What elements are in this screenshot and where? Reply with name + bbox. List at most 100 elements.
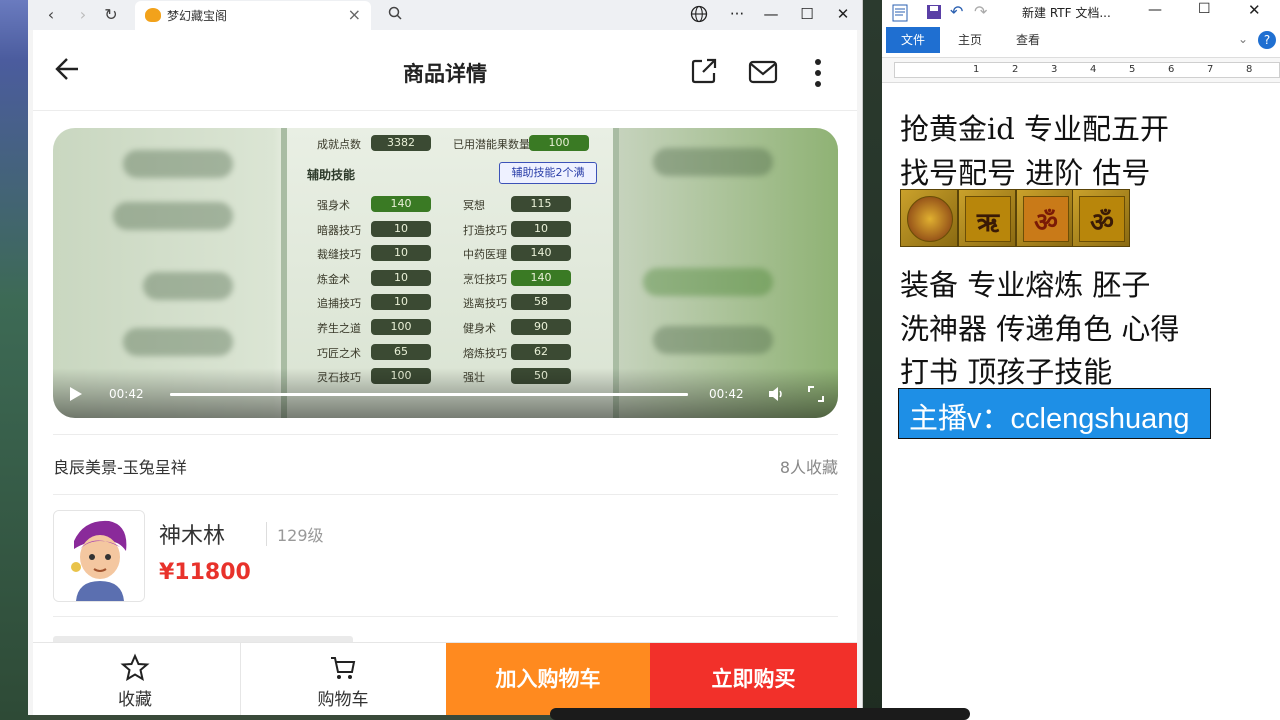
background-game-strip-middle bbox=[860, 0, 882, 720]
ribbon-collapse-icon[interactable]: ⌄ bbox=[1238, 32, 1248, 46]
current-time: 00:42 bbox=[109, 387, 144, 401]
skill-value-right: 58 bbox=[511, 294, 571, 311]
character-level: 129级 bbox=[266, 522, 324, 546]
skill-value-right: 140 bbox=[511, 269, 571, 286]
forward-nav-icon[interactable]: › bbox=[72, 4, 94, 26]
cart-button[interactable]: 购物车 bbox=[241, 643, 445, 715]
character-name: 神木林 bbox=[159, 524, 226, 549]
skill-value-left: 100 bbox=[371, 319, 431, 335]
document-title: 新建 RTF 文档... bbox=[1022, 6, 1111, 20]
ruler-track: 123456789 bbox=[894, 62, 1280, 78]
blurred-background-row bbox=[653, 326, 773, 354]
save-icon[interactable] bbox=[926, 4, 942, 20]
ruler-number: 5 bbox=[1129, 64, 1136, 75]
volume-icon[interactable] bbox=[767, 385, 785, 403]
skill-value-left: 10 bbox=[371, 245, 431, 262]
ruler: 123456789 bbox=[882, 57, 1280, 83]
character-avatar[interactable] bbox=[53, 510, 145, 602]
skill-name-right: 熔炼技巧 bbox=[463, 346, 507, 360]
divider bbox=[53, 494, 838, 495]
aux-skills-title: 辅助技能 bbox=[307, 168, 356, 182]
taskbar-overlay bbox=[550, 708, 970, 720]
price: ¥11800 bbox=[159, 560, 251, 585]
ruler-number: 3 bbox=[1051, 64, 1058, 75]
page-viewport: 商品详情 成就点数 3382 已用潜能果数量 100 辅助技能 辅助技能2个满 … bbox=[28, 30, 862, 715]
ruler-number: 7 bbox=[1207, 64, 1214, 75]
tab-home[interactable]: 主页 bbox=[958, 27, 982, 53]
skill-name-left: 养生之道 bbox=[317, 322, 361, 335]
video-player[interactable]: 成就点数 3382 已用潜能果数量 100 辅助技能 辅助技能2个满 强身术 14… bbox=[53, 128, 838, 418]
wp-close-icon[interactable]: ✕ bbox=[1248, 1, 1261, 19]
blurred-background-row bbox=[643, 268, 773, 296]
reload-icon[interactable]: ↻ bbox=[100, 4, 122, 26]
highlighted-contact[interactable]: 主播v：cclengshuang bbox=[898, 388, 1211, 439]
skill-name-right: 烹饪技巧 bbox=[463, 272, 507, 286]
skill-name-left: 裁缝技巧 bbox=[317, 248, 361, 262]
skill-name-left: 炼金术 bbox=[317, 272, 350, 286]
browser-window: ‹ › ↻ 梦幻藏宝阁 × ··· — ☐ ✕ 商品详情 成就点数 3382 已… bbox=[28, 0, 863, 715]
skill-name-left: 巧匠之术 bbox=[317, 346, 361, 360]
fullscreen-icon[interactable] bbox=[808, 386, 824, 402]
skill-name-right: 冥想 bbox=[463, 199, 485, 212]
play-icon[interactable] bbox=[69, 386, 83, 402]
blurred-background-row bbox=[143, 272, 233, 300]
skill-name-left: 强身术 bbox=[317, 199, 350, 212]
favorites-count: 8人收藏 bbox=[779, 458, 838, 477]
search-icon[interactable] bbox=[384, 4, 406, 26]
blurred-background-row bbox=[123, 328, 233, 356]
skill-value-left: 140 bbox=[371, 196, 431, 212]
globe-icon[interactable] bbox=[686, 3, 712, 25]
tab-close-icon[interactable]: × bbox=[348, 5, 361, 24]
help-icon[interactable]: ? bbox=[1258, 31, 1276, 49]
divider bbox=[53, 434, 838, 435]
tab-title: 梦幻藏宝阁 bbox=[167, 9, 228, 23]
add-to-cart-button[interactable]: 加入购物车 bbox=[446, 643, 650, 715]
skill-value-left: 10 bbox=[371, 220, 431, 237]
site-favicon-icon bbox=[145, 8, 161, 22]
browser-titlebar: ‹ › ↻ 梦幻藏宝阁 × ··· — ☐ ✕ bbox=[28, 0, 862, 30]
skill-name-right: 逃离技巧 bbox=[463, 297, 507, 311]
doc-line-1: 抢黄金id 专业配五开 bbox=[900, 112, 1170, 146]
skill-value-left: 10 bbox=[371, 294, 431, 311]
achievement-value: 3382 bbox=[371, 135, 431, 151]
undo-icon[interactable]: ↶ bbox=[950, 2, 963, 21]
skill-name-left: 追捕技巧 bbox=[317, 297, 361, 311]
ribbon-tabs: 文件 主页 查看 ⌄ ? bbox=[882, 27, 1280, 53]
wordpad-app-icon bbox=[892, 4, 908, 22]
skill-name-right: 健身术 bbox=[463, 322, 496, 335]
favorite-label: 收藏 bbox=[118, 690, 152, 710]
redo-icon[interactable]: ↷ bbox=[974, 2, 987, 21]
minimize-icon[interactable]: — bbox=[758, 3, 784, 25]
page-title: 商品详情 bbox=[403, 62, 487, 86]
share-icon[interactable] bbox=[689, 56, 719, 86]
wp-maximize-icon[interactable]: ☐ bbox=[1198, 1, 1211, 17]
page-header: 商品详情 bbox=[33, 30, 857, 111]
buy-now-button[interactable]: 立即购买 bbox=[650, 643, 857, 715]
skill-name-right: 中药医理 bbox=[463, 248, 507, 262]
maximize-icon[interactable]: ☐ bbox=[794, 3, 820, 25]
blurred-background-row bbox=[123, 150, 233, 178]
menu-dots-icon[interactable]: ··· bbox=[724, 3, 750, 25]
tab-view[interactable]: 查看 bbox=[1016, 27, 1040, 53]
game-emblem-tile-1 bbox=[900, 189, 958, 247]
browser-tab[interactable]: 梦幻藏宝阁 × bbox=[135, 1, 371, 30]
mail-icon[interactable] bbox=[747, 58, 779, 86]
achievement-label: 成就点数 bbox=[317, 138, 361, 151]
product-detail-panel: 商品详情 成就点数 3382 已用潜能果数量 100 辅助技能 辅助技能2个满 … bbox=[33, 30, 857, 715]
tab-file[interactable]: 文件 bbox=[886, 27, 940, 53]
back-nav-icon[interactable]: ‹ bbox=[40, 4, 62, 26]
potential-value: 100 bbox=[529, 135, 589, 151]
game-emblem-tile-3: ॐ bbox=[1016, 189, 1074, 247]
video-progress-bar[interactable] bbox=[170, 393, 688, 396]
skill-name-left: 暗器技巧 bbox=[317, 223, 361, 237]
favorite-button[interactable]: 收藏 bbox=[33, 643, 237, 715]
close-window-icon[interactable]: ✕ bbox=[830, 3, 856, 25]
duration-time: 00:42 bbox=[709, 387, 744, 401]
background-game-strip-left bbox=[0, 0, 30, 720]
blurred-background-row bbox=[113, 202, 233, 230]
wp-minimize-icon[interactable]: — bbox=[1148, 2, 1162, 18]
more-icon[interactable] bbox=[808, 56, 828, 90]
game-emblem-tile-2: ऋ bbox=[958, 189, 1016, 247]
potential-label: 已用潜能果数量 bbox=[453, 138, 530, 151]
skill-value-left: 10 bbox=[371, 269, 431, 286]
